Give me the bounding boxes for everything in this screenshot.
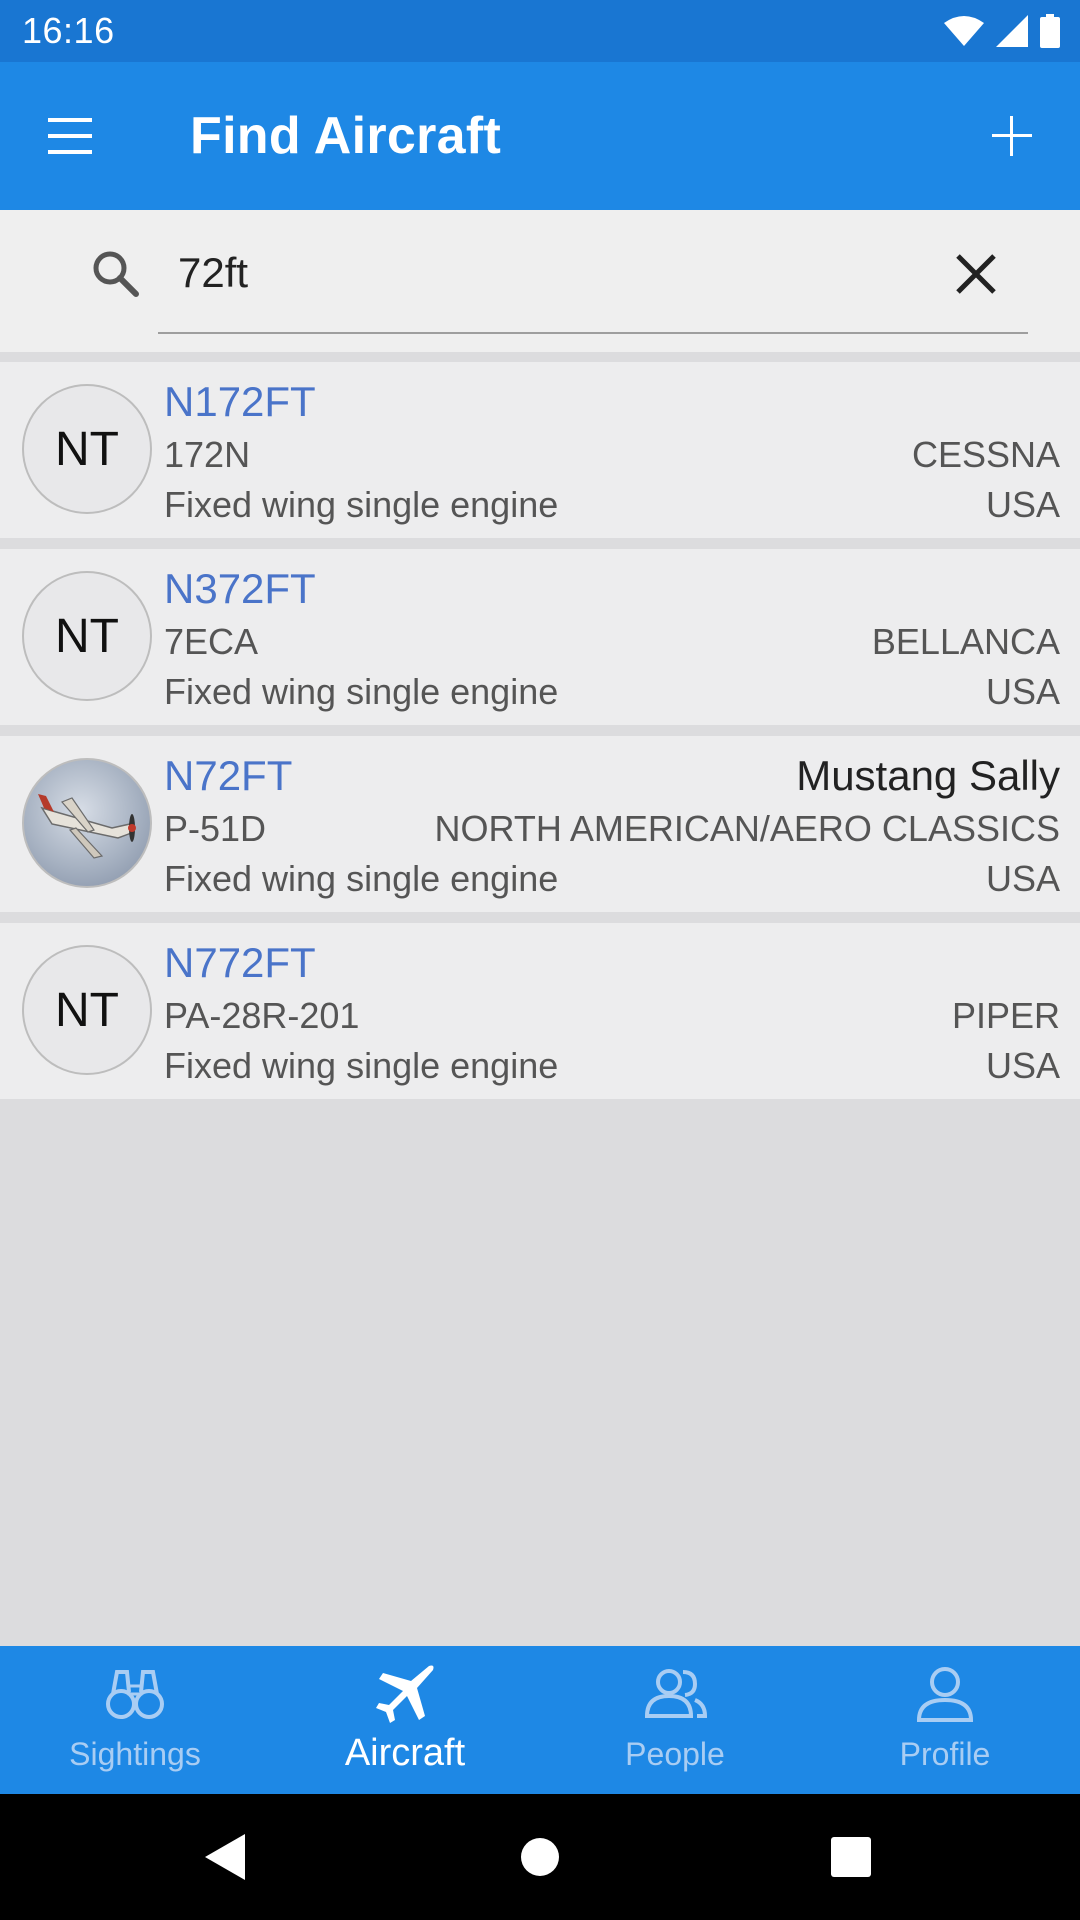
aircraft-category: Fixed wing single engine	[164, 858, 559, 899]
binoculars-icon	[106, 1670, 164, 1719]
registration: N372FT	[164, 565, 316, 612]
aircraft-model: 172N	[164, 434, 251, 475]
search-input[interactable]	[178, 240, 918, 306]
avatar: NT	[22, 945, 152, 1075]
people-icon	[644, 1669, 707, 1718]
home-icon[interactable]	[520, 1837, 560, 1877]
aircraft-category: Fixed wing single engine	[164, 671, 559, 712]
registration: N72FT	[164, 752, 293, 799]
registration: N172FT	[164, 378, 316, 425]
search-bar	[0, 210, 1080, 352]
list-item[interactable]: NT N372FT 7ECA BELLANCA Fixed wing singl…	[0, 549, 1080, 725]
nav-label: Profile	[899, 1736, 991, 1772]
search-icon	[93, 251, 139, 297]
cellular-signal-icon	[996, 15, 1028, 47]
aircraft-category: Fixed wing single engine	[164, 1045, 559, 1086]
airplane-photo-icon	[38, 794, 136, 859]
aircraft-nickname: Mustang Sally	[796, 752, 1060, 799]
nav-label: Aircraft	[344, 1732, 466, 1774]
page-title: Find Aircraft	[190, 107, 502, 165]
nav-label: Sightings	[69, 1736, 201, 1772]
manufacturer: CESSNA	[911, 434, 1060, 475]
country: USA	[985, 858, 1060, 899]
nav-item-aircraft[interactable]: Aircraft	[270, 1646, 540, 1794]
close-icon[interactable]	[948, 246, 1004, 302]
status-icons	[944, 13, 1060, 49]
menu-icon[interactable]	[40, 110, 100, 162]
nav-item-sightings[interactable]: Sightings	[0, 1646, 270, 1794]
recents-icon[interactable]	[831, 1837, 871, 1877]
wifi-icon	[944, 16, 984, 46]
bottom-navigation: Sightings Aircraft People Profile	[0, 1646, 1080, 1794]
manufacturer: BELLANCA	[871, 621, 1060, 662]
country: USA	[985, 484, 1060, 525]
aircraft-photo	[22, 758, 152, 888]
manufacturer: NORTH AMERICAN/AERO CLASSICS	[434, 808, 1060, 849]
list-item[interactable]: NT N772FT PA-28R-201 PIPER Fixed wing si…	[0, 923, 1080, 1099]
nav-item-profile[interactable]: Profile	[810, 1646, 1080, 1794]
system-navigation-bar	[0, 1794, 1080, 1920]
country: USA	[985, 671, 1060, 712]
list-item[interactable]: N72FT Mustang Sally P-51D NORTH AMERICAN…	[0, 736, 1080, 912]
search-underline	[158, 332, 1028, 334]
battery-icon	[1040, 14, 1060, 48]
back-icon[interactable]	[205, 1834, 245, 1880]
manufacturer: PIPER	[951, 995, 1060, 1036]
country: USA	[985, 1045, 1060, 1086]
status-time: 16:16	[22, 10, 115, 51]
nav-label: People	[625, 1736, 725, 1772]
registration: N772FT	[164, 939, 316, 986]
aircraft-model: P-51D	[164, 808, 267, 849]
add-icon[interactable]	[982, 106, 1042, 166]
app-bar: Find Aircraft	[0, 62, 1080, 210]
aircraft-model: 7ECA	[164, 621, 259, 662]
airplane-icon	[376, 1665, 434, 1723]
status-bar: 16:16	[0, 0, 1080, 62]
avatar: NT	[22, 384, 152, 514]
aircraft-list: NT N172FT 172N CESSNA Fixed wing single …	[0, 362, 1080, 1110]
nav-item-people[interactable]: People	[540, 1646, 810, 1794]
aircraft-model: PA-28R-201	[164, 995, 360, 1036]
avatar: NT	[22, 571, 152, 701]
list-item[interactable]: NT N172FT 172N CESSNA Fixed wing single …	[0, 362, 1080, 538]
person-icon	[916, 1667, 974, 1722]
aircraft-category: Fixed wing single engine	[164, 484, 559, 525]
